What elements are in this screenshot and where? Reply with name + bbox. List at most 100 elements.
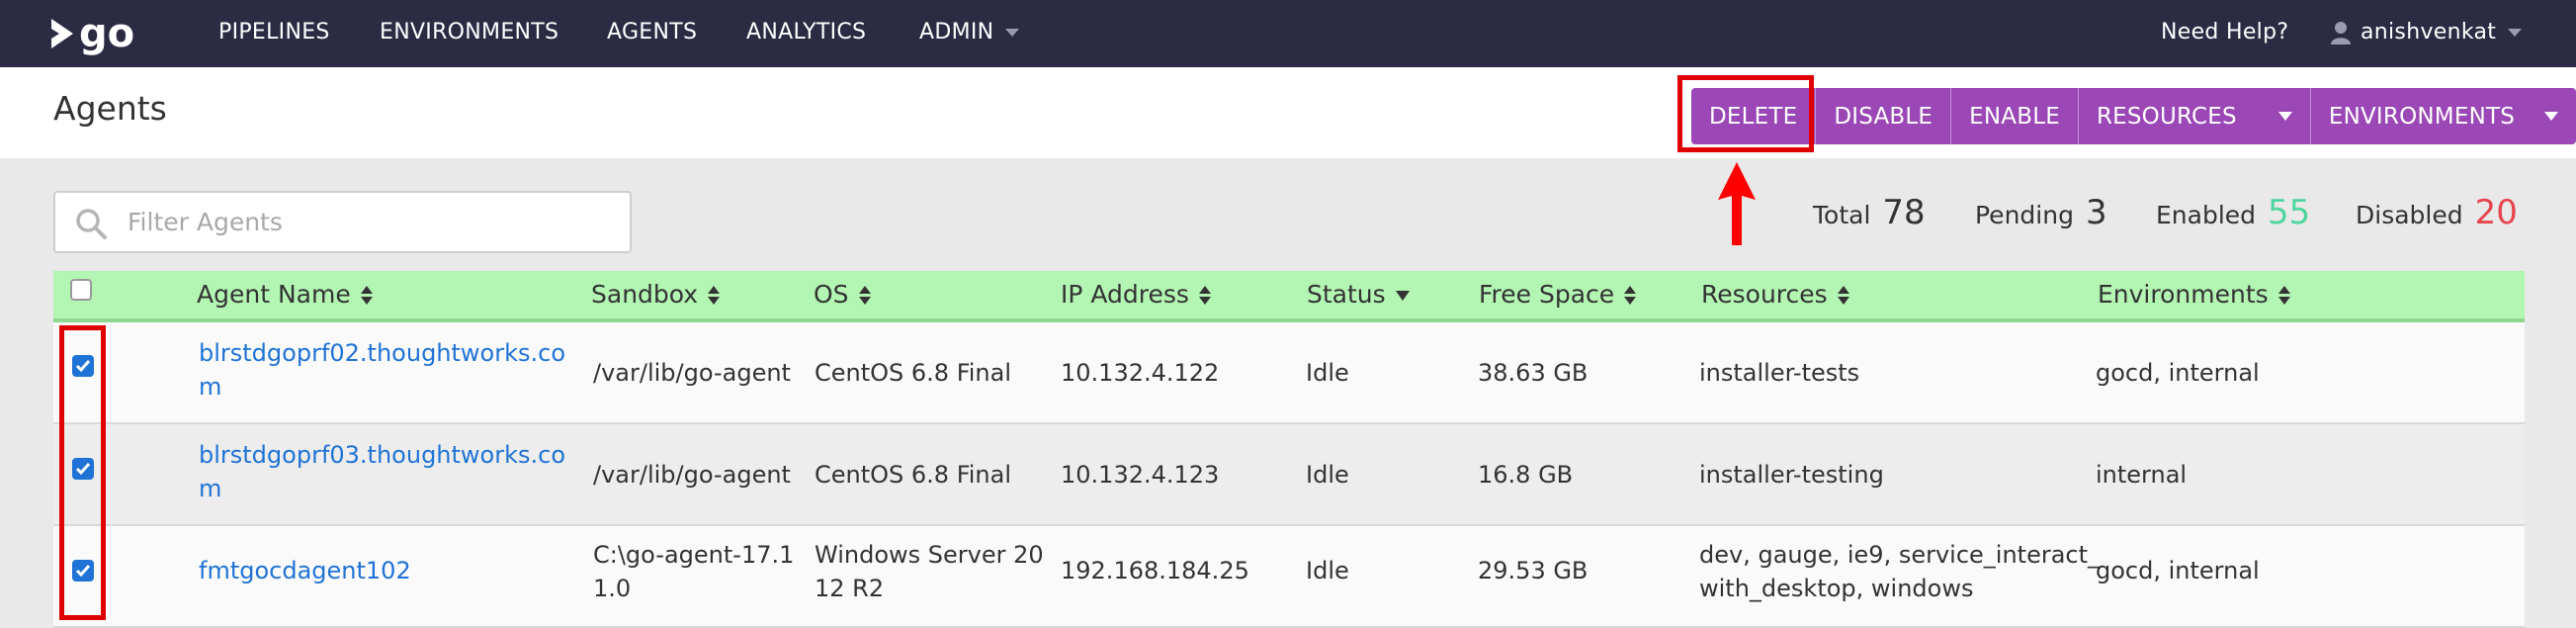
status-cell: Idle	[1306, 461, 1349, 489]
page-title: Agents	[53, 89, 167, 128]
nav-analytics[interactable]: ANALYTICS	[746, 0, 866, 67]
resources-cell: dev, gauge, ie9, service_interact_ with_…	[1699, 538, 2100, 605]
agent-name-line: m	[199, 475, 222, 502]
top-navigation-bar: go PIPELINES ENVIRONMENTS AGENTS ANALYTI…	[0, 0, 2576, 67]
col-free-space[interactable]: Free Space	[1479, 271, 1637, 318]
chevron-down-icon	[2277, 112, 2292, 121]
col-environments-label: Environments	[2098, 280, 2269, 309]
table-row[interactable]: blrstdgoprf03.thoughtworks.co m /var/lib…	[53, 424, 2525, 526]
stat-enabled-label: Enabled	[2156, 201, 2257, 229]
stat-total-label: Total	[1813, 201, 1871, 229]
stat-total: Total 78	[1813, 193, 1926, 236]
resources-label: RESOURCES	[2096, 103, 2237, 130]
disable-button[interactable]: DISABLE	[1816, 88, 1952, 144]
col-agent-name-label: Agent Name	[197, 280, 351, 309]
nav-pipelines[interactable]: PIPELINES	[218, 0, 330, 67]
search-icon	[76, 209, 107, 239]
select-all-checkbox[interactable]	[70, 279, 92, 301]
agent-name-link[interactable]: blrstdgoprf02.thoughtworks.co m	[199, 336, 565, 404]
stat-enabled-value: 55	[2268, 193, 2311, 232]
table-row[interactable]: fmtgocdagent102 C:\go-agent-17.1 1.0 Win…	[53, 526, 2525, 628]
nav-admin[interactable]: ADMIN	[919, 0, 1020, 67]
os-cell: CentOS 6.8 Final	[815, 359, 1012, 387]
status-cell: Idle	[1306, 359, 1349, 387]
username: anishvenkat	[2361, 20, 2497, 45]
agent-name-line: blrstdgoprf02.thoughtworks.co	[199, 339, 566, 367]
col-os-label: OS	[814, 280, 849, 309]
sort-icon	[1624, 285, 1637, 307]
free-space-cell: 38.63 GB	[1478, 359, 1589, 387]
environments-label: ENVIRONMENTS	[2328, 103, 2516, 130]
chevron-down-icon	[2508, 29, 2523, 37]
filter-agents-field[interactable]	[53, 191, 632, 253]
ip-cell: 10.132.4.122	[1061, 359, 1220, 387]
stat-disabled-value: 20	[2474, 193, 2518, 232]
col-environments[interactable]: Environments	[2098, 271, 2290, 318]
sandbox-line: C:\go-agent-17.1	[593, 541, 795, 569]
resources-cell: installer-testing	[1699, 461, 1884, 489]
go-logo-icon	[51, 19, 73, 48]
resources-line: with_desktop, windows	[1699, 575, 1974, 602]
col-free-space-label: Free Space	[1479, 280, 1615, 309]
stat-disabled-label: Disabled	[2356, 201, 2463, 229]
col-status-label: Status	[1307, 280, 1386, 309]
os-line: 12 R2	[815, 575, 885, 602]
sort-icon	[858, 285, 871, 307]
col-os[interactable]: OS	[814, 271, 871, 318]
os-cell: CentOS 6.8 Final	[815, 461, 1012, 489]
chevron-down-icon	[1005, 29, 1020, 37]
col-ip-address-label: IP Address	[1061, 280, 1189, 309]
chevron-down-icon	[2544, 112, 2559, 121]
resources-dropdown-button[interactable]: RESOURCES	[2078, 88, 2311, 144]
agent-name-line: blrstdgoprf03.thoughtworks.co	[199, 441, 566, 469]
environments-dropdown-button[interactable]: ENVIRONMENTS	[2310, 88, 2576, 144]
annotation-rows-highlight	[59, 325, 106, 620]
user-menu[interactable]: anishvenkat	[2331, 0, 2523, 67]
os-line: Windows Server 20	[815, 541, 1044, 569]
sort-icon	[360, 285, 373, 307]
nav-environments[interactable]: ENVIRONMENTS	[380, 0, 558, 67]
sort-icon	[708, 285, 721, 307]
sort-icon	[2277, 285, 2290, 307]
environments-cell: gocd, internal	[2096, 359, 2260, 387]
go-logo[interactable]: go	[49, 14, 134, 53]
environments-cell: gocd, internal	[2096, 557, 2260, 584]
resources-cell: installer-tests	[1699, 359, 1860, 387]
agent-name-link[interactable]: fmtgocdagent102	[199, 554, 411, 587]
sandbox-line: 1.0	[593, 575, 632, 602]
col-sandbox[interactable]: Sandbox	[591, 271, 721, 318]
enable-button[interactable]: ENABLE	[1951, 88, 2079, 144]
sort-icon	[1837, 285, 1849, 307]
col-agent-name[interactable]: Agent Name	[197, 271, 373, 318]
user-icon	[2331, 22, 2351, 45]
ip-cell: 10.132.4.123	[1061, 461, 1220, 489]
nav-agents[interactable]: AGENTS	[607, 0, 697, 67]
table-row[interactable]: blrstdgoprf02.thoughtworks.co m /var/lib…	[53, 322, 2525, 424]
col-resources-label: Resources	[1701, 280, 1828, 309]
sandbox-cell: /var/lib/go-agent	[593, 359, 791, 387]
agent-actions-toolbar: DELETE DISABLE ENABLE RESOURCES ENVIRONM…	[1691, 88, 2576, 144]
stat-total-value: 78	[1882, 193, 1926, 232]
annotation-delete-highlight	[1677, 75, 1814, 152]
col-ip-address[interactable]: IP Address	[1061, 271, 1211, 318]
stat-pending: Pending 3	[1975, 193, 2107, 236]
col-status[interactable]: Status	[1307, 271, 1410, 318]
filter-agents-input[interactable]	[128, 193, 612, 251]
logo-text: go	[79, 11, 135, 56]
nav-admin-label: ADMIN	[919, 20, 994, 45]
sort-desc-icon	[1395, 291, 1410, 301]
sort-icon	[1198, 285, 1211, 307]
stat-disabled: Disabled 20	[2356, 193, 2518, 236]
stat-pending-label: Pending	[1975, 201, 2074, 229]
sandbox-cell: C:\go-agent-17.1 1.0	[593, 538, 794, 605]
agent-name-line: m	[199, 373, 222, 401]
ip-cell: 192.168.184.25	[1061, 557, 1249, 584]
environments-cell: internal	[2096, 461, 2188, 489]
resources-line: dev, gauge, ie9, service_interact_	[1699, 541, 2101, 569]
status-cell: Idle	[1306, 557, 1349, 584]
col-sandbox-label: Sandbox	[591, 280, 699, 309]
col-resources[interactable]: Resources	[1701, 271, 1849, 318]
agent-name-link[interactable]: blrstdgoprf03.thoughtworks.co m	[199, 438, 565, 505]
agents-table-header: Agent Name Sandbox OS IP Address Status …	[53, 271, 2525, 322]
need-help-link[interactable]: Need Help?	[2161, 0, 2288, 67]
